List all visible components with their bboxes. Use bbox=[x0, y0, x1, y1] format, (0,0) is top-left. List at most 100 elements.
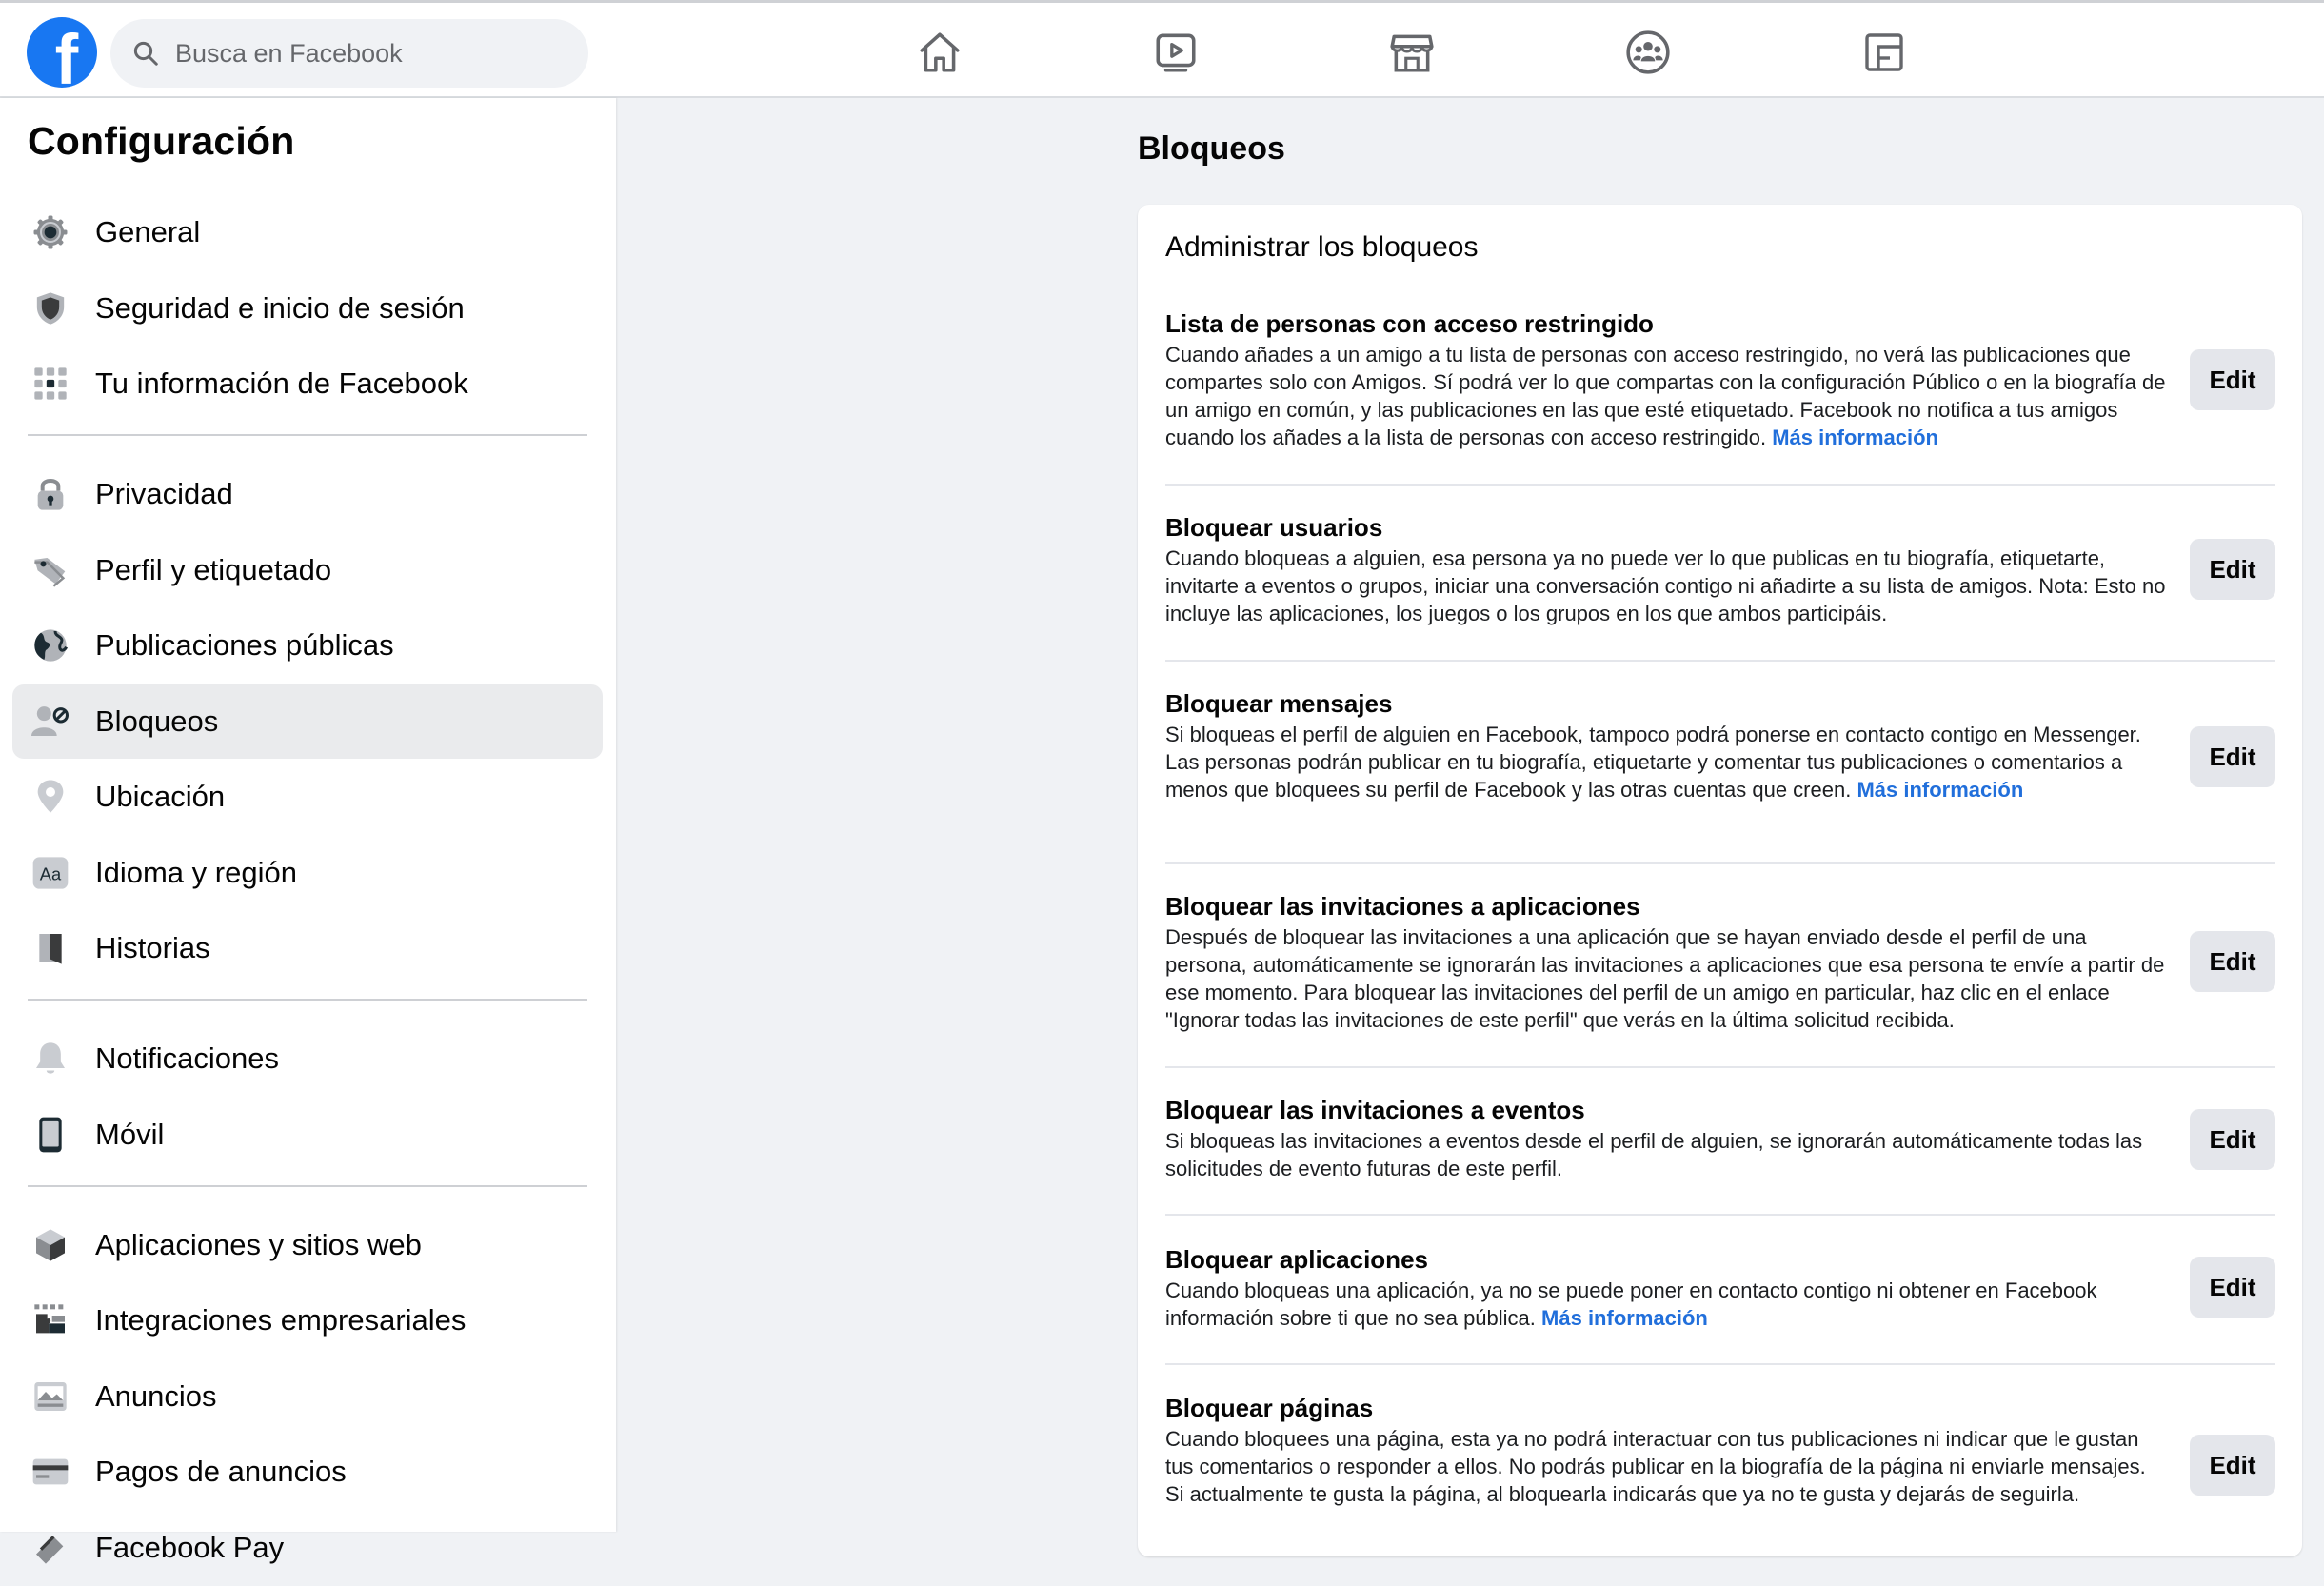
block-user-icon bbox=[30, 701, 71, 743]
sidebar-item-blocking[interactable]: Bloqueos bbox=[12, 684, 603, 759]
section-description: Después de bloquear las invitaciones a u… bbox=[1165, 923, 2167, 1034]
nav-home-button[interactable] bbox=[902, 22, 978, 83]
sidebar-item-notifications[interactable]: Notificaciones bbox=[12, 1021, 603, 1096]
section-description: Si bloqueas las invitaciones a eventos d… bbox=[1165, 1127, 2167, 1182]
grid-icon bbox=[30, 363, 71, 405]
sidebar-item-label: Historias bbox=[95, 931, 210, 964]
search-icon bbox=[133, 41, 158, 66]
sidebar-item-label: Anuncios bbox=[95, 1378, 217, 1413]
section-text: Cuando bloquees una página, esta ya no p… bbox=[1165, 1427, 2146, 1506]
sidebar-item-label: Seguridad e inicio de sesión bbox=[95, 290, 465, 325]
home-icon bbox=[920, 32, 960, 72]
sidebar-item-label: Notificaciones bbox=[95, 1041, 279, 1075]
card-icon bbox=[30, 1451, 71, 1493]
sidebar-item-language-region[interactable]: Aa Idioma y región bbox=[12, 836, 603, 910]
sidebar-item-label: Aplicaciones y sitios web bbox=[95, 1227, 422, 1261]
section-block-app-invites: Bloquear las invitaciones a aplicaciones… bbox=[1165, 889, 2275, 1068]
sidebar-menu: General Seguridad e inicio de sesión Tu … bbox=[12, 195, 603, 1586]
sidebar-item-business-integrations[interactable]: Integraciones empresariales bbox=[12, 1283, 603, 1358]
ad-icon bbox=[30, 1376, 71, 1417]
section-description: Cuando añades a un amigo a tu lista de p… bbox=[1165, 341, 2167, 451]
section-title: Bloquear páginas bbox=[1165, 1394, 1374, 1422]
nav-gaming-button[interactable] bbox=[1846, 22, 1922, 83]
edit-block-event-invites-button[interactable]: Edit bbox=[2190, 1109, 2275, 1170]
sidebar-item-label: Bloqueos bbox=[95, 704, 219, 738]
sidebar-item-your-information[interactable]: Tu información de Facebook bbox=[12, 347, 603, 421]
edit-block-app-invites-button[interactable]: Edit bbox=[2190, 931, 2275, 992]
cube-icon bbox=[30, 1224, 71, 1266]
sidebar-item-apps-websites[interactable]: Aplicaciones y sitios web bbox=[12, 1208, 603, 1282]
sidebar-item-label: Ubicación bbox=[95, 780, 226, 813]
sidebar-item-profile-tagging[interactable]: Perfil y etiquetado bbox=[12, 533, 603, 607]
puzzle-icon bbox=[30, 1299, 71, 1341]
sidebar-item-general[interactable]: General bbox=[12, 195, 603, 269]
sidebar-item-public-posts[interactable]: Publicaciones públicas bbox=[12, 608, 603, 683]
edit-restricted-list-button[interactable]: Edit bbox=[2190, 349, 2275, 410]
sidebar-item-location[interactable]: Ubicación bbox=[12, 760, 603, 834]
more-info-link[interactable]: Más información bbox=[1772, 426, 1938, 449]
section-block-users: Bloquear usuarios Cuando bloqueas a algu… bbox=[1165, 510, 2275, 662]
more-info-link[interactable]: Más información bbox=[1857, 778, 2023, 802]
section-title: Bloquear las invitaciones a eventos bbox=[1165, 1096, 1585, 1124]
marketplace-icon bbox=[1390, 34, 1434, 72]
section-block-pages: Bloquear páginas Cuando bloquees una pág… bbox=[1165, 1391, 2275, 1543]
sidebar-item-label: Privacidad bbox=[95, 477, 233, 510]
sidebar-item-ads[interactable]: Anuncios bbox=[12, 1359, 603, 1434]
section-description: Si bloqueas el perfil de alguien en Face… bbox=[1165, 721, 2167, 803]
section-text: Cuando bloqueas a alguien, esa persona y… bbox=[1165, 546, 2166, 625]
sidebar-item-privacy[interactable]: Privacidad bbox=[12, 457, 603, 531]
sidebar-item-label: Pagos de anuncios bbox=[95, 1455, 347, 1488]
section-text: Después de bloquear las invitaciones a u… bbox=[1165, 925, 2165, 1032]
sidebar-item-label: Perfil y etiquetado bbox=[95, 552, 332, 586]
section-description: Cuando bloquees una página, esta ya no p… bbox=[1165, 1425, 2167, 1508]
more-info-link[interactable]: Más información bbox=[1541, 1306, 1708, 1330]
nav-groups-button[interactable] bbox=[1610, 22, 1686, 83]
section-description: Cuando bloqueas a alguien, esa persona y… bbox=[1165, 545, 2167, 627]
gaming-icon bbox=[1865, 33, 1903, 71]
sidebar-item-mobile[interactable]: Móvil bbox=[12, 1098, 603, 1172]
section-title: Lista de personas con acceso restringido bbox=[1165, 309, 1654, 338]
edit-block-users-button[interactable]: Edit bbox=[2190, 539, 2275, 600]
search-input[interactable] bbox=[173, 37, 558, 69]
sidebar-item-label: Tu información de Facebook bbox=[95, 367, 468, 400]
shield-icon bbox=[30, 287, 71, 329]
manage-blocking-card: Administrar los bloqueos Lista de person… bbox=[1138, 205, 2302, 1556]
location-pin-icon bbox=[30, 776, 71, 818]
section-title: Bloquear aplicaciones bbox=[1165, 1245, 1428, 1274]
tag-icon bbox=[30, 549, 71, 591]
edit-block-apps-button[interactable]: Edit bbox=[2190, 1257, 2275, 1318]
sidebar-item-stories[interactable]: Historias bbox=[12, 911, 603, 985]
top-navigation-bar: f bbox=[0, 0, 2324, 98]
sidebar-item-label: General bbox=[95, 215, 201, 248]
facebook-logo-letter: f bbox=[54, 20, 79, 89]
section-title: Bloquear usuarios bbox=[1165, 513, 1383, 542]
language-icon: Aa bbox=[30, 852, 71, 894]
sidebar-item-label: Idioma y región bbox=[95, 855, 297, 889]
sidebar-divider bbox=[28, 999, 587, 1001]
sidebar-divider bbox=[28, 1184, 587, 1187]
section-description: Cuando bloqueas una aplicación, ya no se… bbox=[1165, 1277, 2167, 1332]
sidebar-item-ad-payments[interactable]: Pagos de anuncios bbox=[12, 1435, 603, 1509]
lock-icon bbox=[30, 473, 71, 515]
phone-icon bbox=[30, 1114, 71, 1156]
page-title: Bloqueos bbox=[1138, 130, 1285, 167]
svg-text:Aa: Aa bbox=[40, 863, 62, 883]
globe-icon bbox=[30, 624, 71, 666]
search-box[interactable] bbox=[110, 19, 588, 88]
sidebar-item-label: Móvil bbox=[95, 1117, 165, 1151]
bell-icon bbox=[30, 1038, 71, 1080]
edit-block-messages-button[interactable]: Edit bbox=[2190, 726, 2275, 787]
nav-marketplace-button[interactable] bbox=[1374, 22, 1450, 83]
section-block-messages: Bloquear mensajes Si bloqueas el perfil … bbox=[1165, 686, 2275, 864]
card-title: Administrar los bloqueos bbox=[1165, 231, 1479, 263]
pay-icon bbox=[30, 1527, 71, 1569]
sidebar-item-facebook-pay[interactable]: Facebook Pay bbox=[12, 1511, 603, 1585]
section-text: Si bloqueas las invitaciones a eventos d… bbox=[1165, 1129, 2143, 1180]
facebook-logo[interactable]: f bbox=[27, 17, 97, 88]
sidebar-item-security[interactable]: Seguridad e inicio de sesión bbox=[12, 271, 603, 346]
watch-icon bbox=[1156, 33, 1196, 72]
sidebar-item-label: Facebook Pay bbox=[95, 1530, 285, 1564]
edit-block-pages-button[interactable]: Edit bbox=[2190, 1435, 2275, 1496]
sidebar-divider bbox=[28, 434, 587, 436]
nav-watch-button[interactable] bbox=[1138, 22, 1214, 83]
